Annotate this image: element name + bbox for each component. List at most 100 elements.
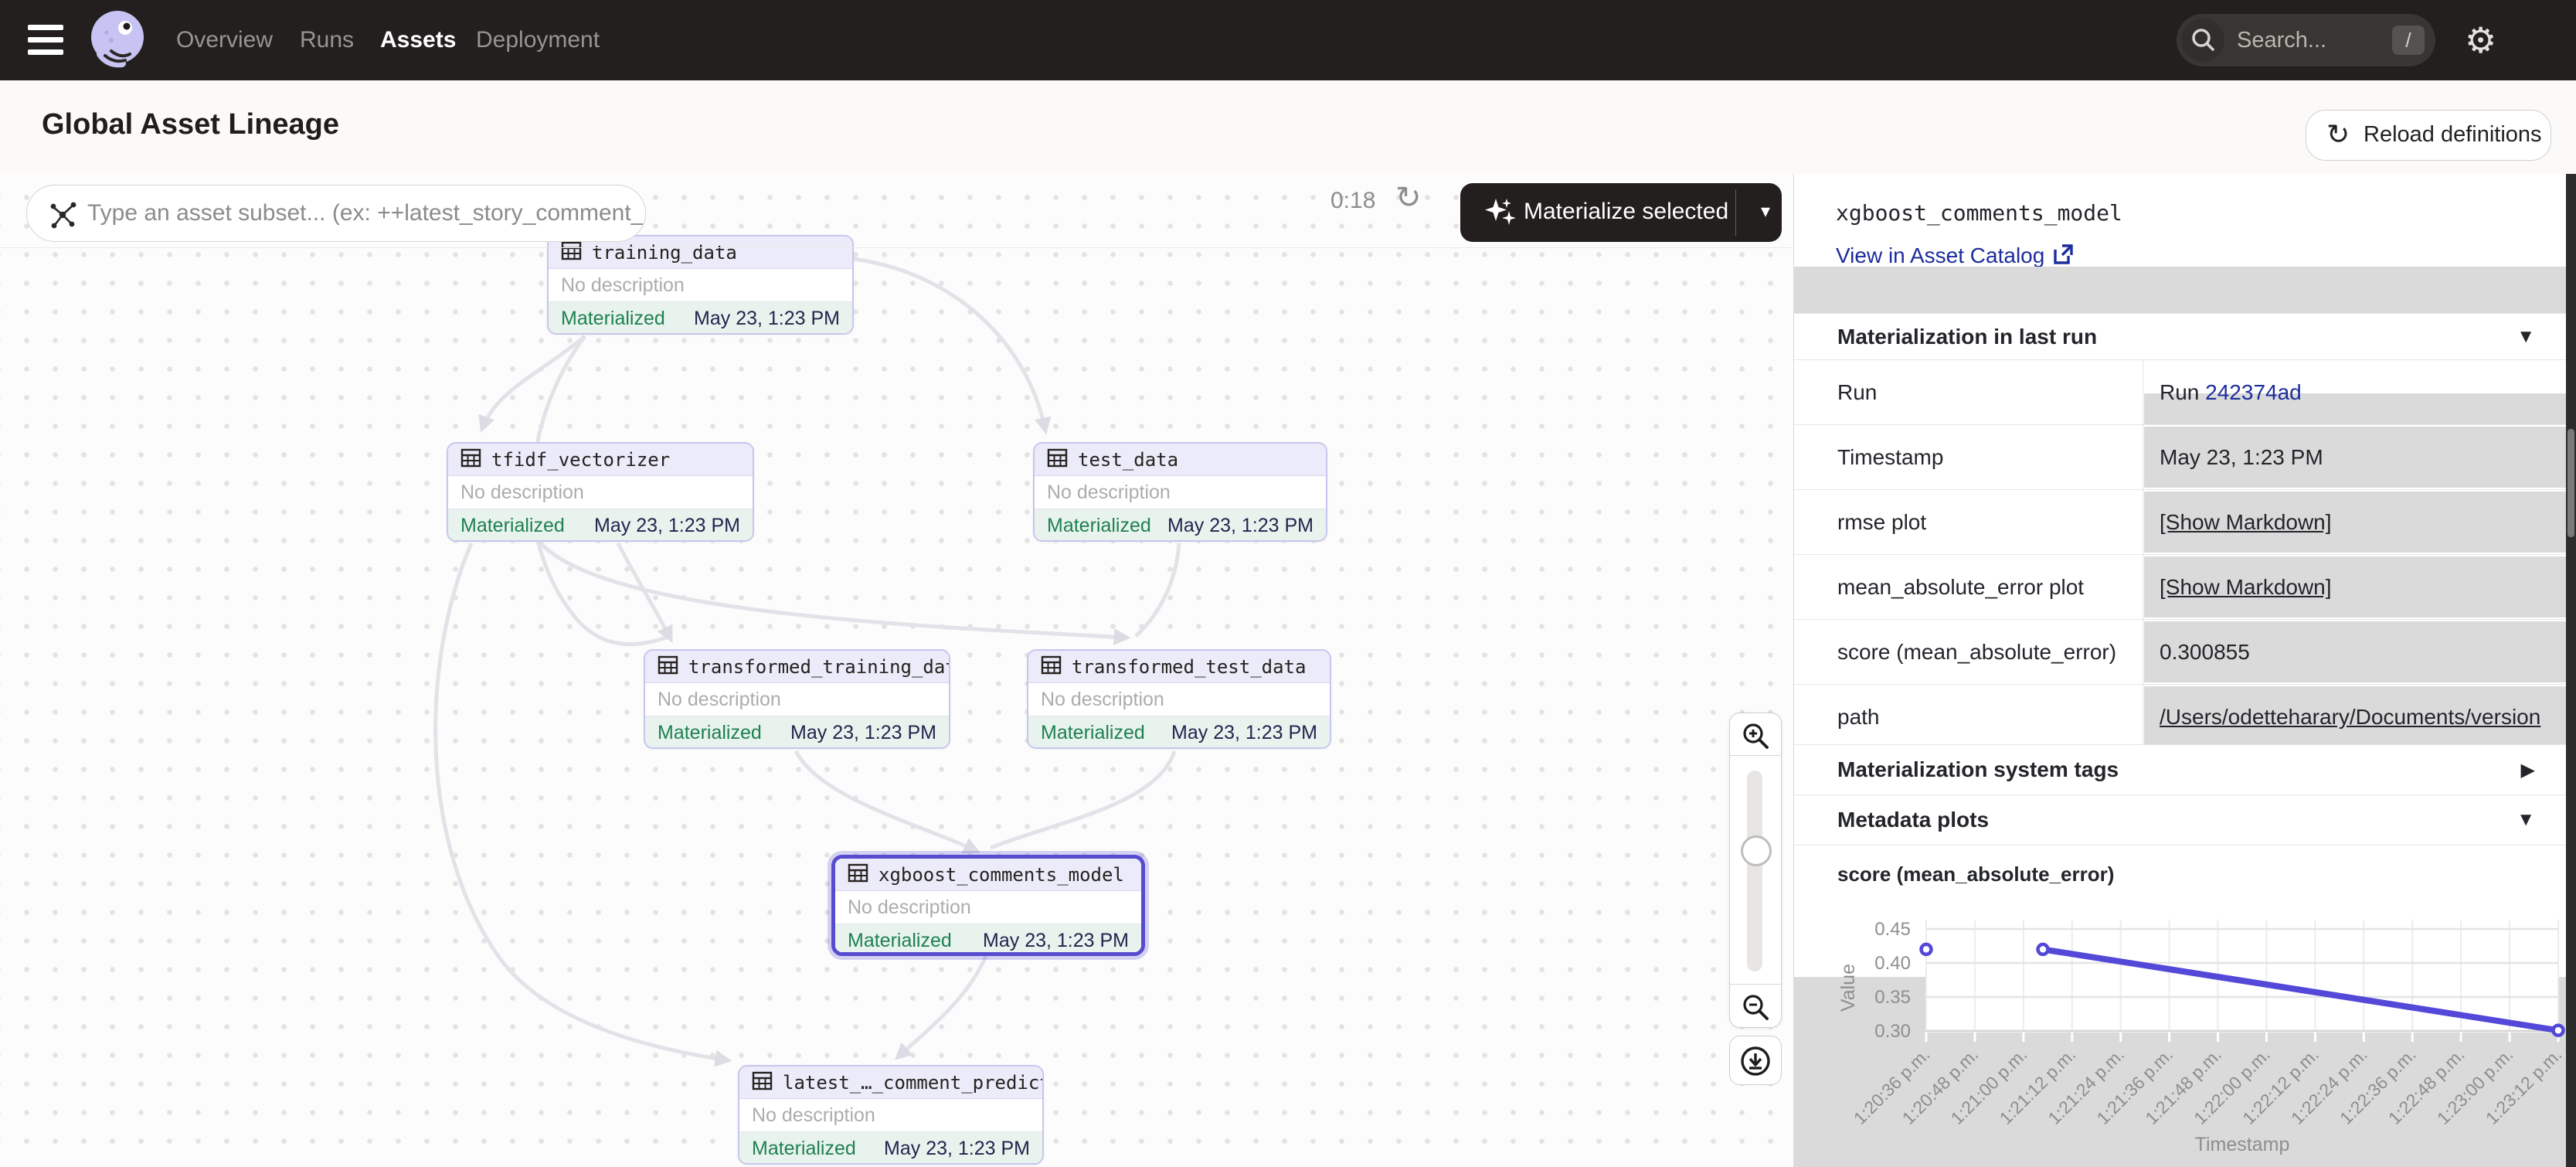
asset-name: tfidf_vectorizer: [491, 449, 670, 471]
asset-description: No description: [739, 1099, 1042, 1131]
section-materialization-in-last-run[interactable]: Materialization in last run ▼: [1794, 313, 2566, 360]
dagster-logo-icon[interactable]: [85, 6, 153, 74]
top-nav-bar: Overview Runs Assets Deployment Search... /…: [0, 0, 2576, 80]
asset-node-header: tfidf_vectorizer: [448, 444, 753, 476]
asset-timestamp: May 23, 1:23 PM: [983, 930, 1129, 952]
asset-node-footer: Materialized May 23, 1:23 PM: [835, 924, 1141, 956]
table-icon: [561, 240, 592, 265]
panel-scrollbar[interactable]: [2566, 174, 2576, 1167]
search-placeholder: Search...: [2237, 14, 2326, 66]
asset-node-transformed_training_data[interactable]: transformed_training_data No description M…: [644, 649, 950, 749]
asset-graph-filter-icon: [47, 199, 78, 234]
zoom-slider-track[interactable]: [1747, 771, 1762, 971]
zoom-slider-thumb[interactable]: [1741, 835, 1772, 866]
nav-item-overview[interactable]: Overview: [176, 0, 273, 80]
asset-name: xgboost_comments_model: [878, 864, 1124, 886]
sparkle-icon: [1483, 197, 1517, 232]
chevron-down-icon: ▼: [2517, 326, 2535, 348]
nav-item-deployment[interactable]: Deployment: [476, 0, 600, 80]
metadata-link[interactable]: [Show Markdown]: [2160, 510, 2332, 534]
view-in-asset-catalog-link[interactable]: View in Asset Catalog: [1836, 243, 2074, 268]
asset-timestamp: May 23, 1:23 PM: [1167, 515, 1313, 537]
metadata-row-score-mean-absolute-error-: score (mean_absolute_error)0.300855: [1794, 619, 2566, 684]
asset-subset-filter-input[interactable]: Type an asset subset... (ex: ++latest_st…: [26, 185, 646, 242]
metadata-row-rmse-plot: rmse plot [Show Markdown]: [1794, 489, 2566, 554]
metadata-row-run: RunRun 242374ad: [1794, 359, 2566, 424]
zoom-in-button[interactable]: [1730, 713, 1781, 756]
asset-status: Materialized: [460, 515, 565, 537]
asset-node-xgboost_comments_model[interactable]: xgboost_comments_modelNo descriptionMate…: [831, 855, 1145, 956]
asset-description: No description: [645, 683, 949, 716]
zoom-controls: [1729, 713, 1782, 1028]
metadata-label: path: [1794, 685, 2143, 749]
asset-node-training_data[interactable]: training_dataNo descriptionMaterializedM…: [547, 235, 854, 335]
metadata-value: 0.300855: [2144, 620, 2566, 684]
asset-status: Materialized: [658, 722, 762, 744]
table-icon: [658, 655, 688, 679]
global-search-input[interactable]: Search... /: [2177, 14, 2435, 66]
asset-name: training_data: [592, 242, 737, 264]
filter-placeholder: Type an asset subset... (ex: ++latest_st…: [87, 185, 646, 241]
download-image-button[interactable]: [1729, 1036, 1782, 1085]
asset-name: latest_…_comment_predictions: [783, 1072, 1044, 1094]
metadata-link[interactable]: /Users/odetteharary/Documents/version: [2160, 705, 2540, 729]
chart-title: score (mean_absolute_error): [1837, 862, 2114, 886]
metadata-label: Timestamp: [1794, 425, 2143, 489]
metadata-value: /Users/odetteharary/Documents/version: [2144, 685, 2566, 749]
materialize-selected-button[interactable]: Materialize selected ▾: [1460, 183, 1782, 242]
asset-name: transformed_training_data: [688, 656, 950, 678]
asset-node-footer: Materialized May 23, 1:23 PM: [448, 509, 753, 542]
asset-status: Materialized: [561, 308, 665, 330]
asset-node-test_data[interactable]: test_dataNo descriptionMaterializedMay 2…: [1033, 442, 1327, 542]
metadata-label: score (mean_absolute_error): [1794, 620, 2143, 684]
reload-definitions-button[interactable]: ↻ Reload definitions: [2306, 110, 2551, 161]
asset-node-tfidf_vectorizer[interactable]: tfidf_vectorizerNo descriptionMaterializ…: [447, 442, 754, 542]
metadata-value: [Show Markdown]: [2144, 555, 2566, 619]
table-icon: [460, 447, 491, 472]
refresh-graph-icon[interactable]: ↻: [1395, 180, 1422, 216]
button-divider: [1735, 189, 1736, 236]
section-metadata-plots[interactable]: Metadata plots ▼: [1794, 794, 2566, 845]
lineage-canvas[interactable]: training_dataNo descriptionMaterializedM…: [0, 174, 1793, 1167]
run-id-link[interactable]: 242374ad: [2205, 380, 2302, 404]
settings-gear-icon[interactable]: ⚙: [2465, 20, 2496, 60]
asset-status: Materialized: [848, 930, 952, 952]
asset-timestamp: May 23, 1:23 PM: [694, 308, 840, 330]
materialization-metadata-table: RunRun 242374adTimestampMay 23, 1:23 PMr…: [1794, 359, 2566, 749]
nav-item-assets[interactable]: Assets: [380, 0, 456, 80]
asset-node-header: transformed_training_data: [645, 651, 949, 683]
asset-timestamp: May 23, 1:23 PM: [790, 722, 936, 744]
nav-item-runs[interactable]: Runs: [300, 0, 354, 80]
asset-timestamp: May 23, 1:23 PM: [594, 515, 740, 537]
asset-name: transformed_test_data: [1072, 656, 1306, 678]
chevron-down-icon: ▼: [2517, 809, 2535, 831]
metadata-label: Run: [1794, 360, 2143, 424]
zoom-out-button[interactable]: [1730, 984, 1781, 1026]
metadata-link[interactable]: [Show Markdown]: [2160, 575, 2332, 599]
asset-status: Materialized: [1047, 515, 1151, 537]
asset-node-header: test_data: [1035, 444, 1326, 476]
page-header: Global Asset Lineage ↻ Reload definition…: [0, 80, 2576, 175]
refresh-icon: ↻: [2326, 118, 2350, 151]
section-materialization-system-tags[interactable]: Materialization system tags ▶: [1794, 744, 2566, 795]
asset-node-transformed_test_data[interactable]: transformed_test_dataNo descriptionMater…: [1027, 649, 1331, 749]
svg-text:0.45: 0.45: [1874, 919, 1911, 940]
asset-status: Materialized: [1041, 722, 1145, 744]
asset-title: xgboost_comments_model: [1836, 200, 2122, 226]
asset-node-footer: Materialized May 23, 1:23 PM: [1035, 509, 1326, 542]
metadata-label: rmse plot: [1794, 490, 2143, 554]
scrollbar-thumb[interactable]: [2568, 429, 2574, 537]
search-icon: [2181, 19, 2224, 62]
asset-timestamp: May 23, 1:23 PM: [884, 1138, 1030, 1160]
hamburger-menu-icon[interactable]: [28, 25, 63, 56]
chevron-right-icon: ▶: [2521, 759, 2535, 781]
materialize-dropdown-caret[interactable]: ▾: [1749, 183, 1782, 242]
asset-node-header: xgboost_comments_model: [835, 859, 1141, 891]
svg-text:0.40: 0.40: [1874, 953, 1911, 974]
metadata-value: May 23, 1:23 PM: [2144, 425, 2566, 489]
asset-node-header: latest_…_comment_predictions: [739, 1067, 1042, 1099]
metadata-value: Run 242374ad: [2144, 360, 2566, 424]
asset-description: No description: [448, 476, 753, 509]
asset-node-latest__comment_predictions[interactable]: latest_…_comment_predictions No descripti…: [738, 1065, 1044, 1165]
page-title: Global Asset Lineage: [42, 108, 339, 141]
